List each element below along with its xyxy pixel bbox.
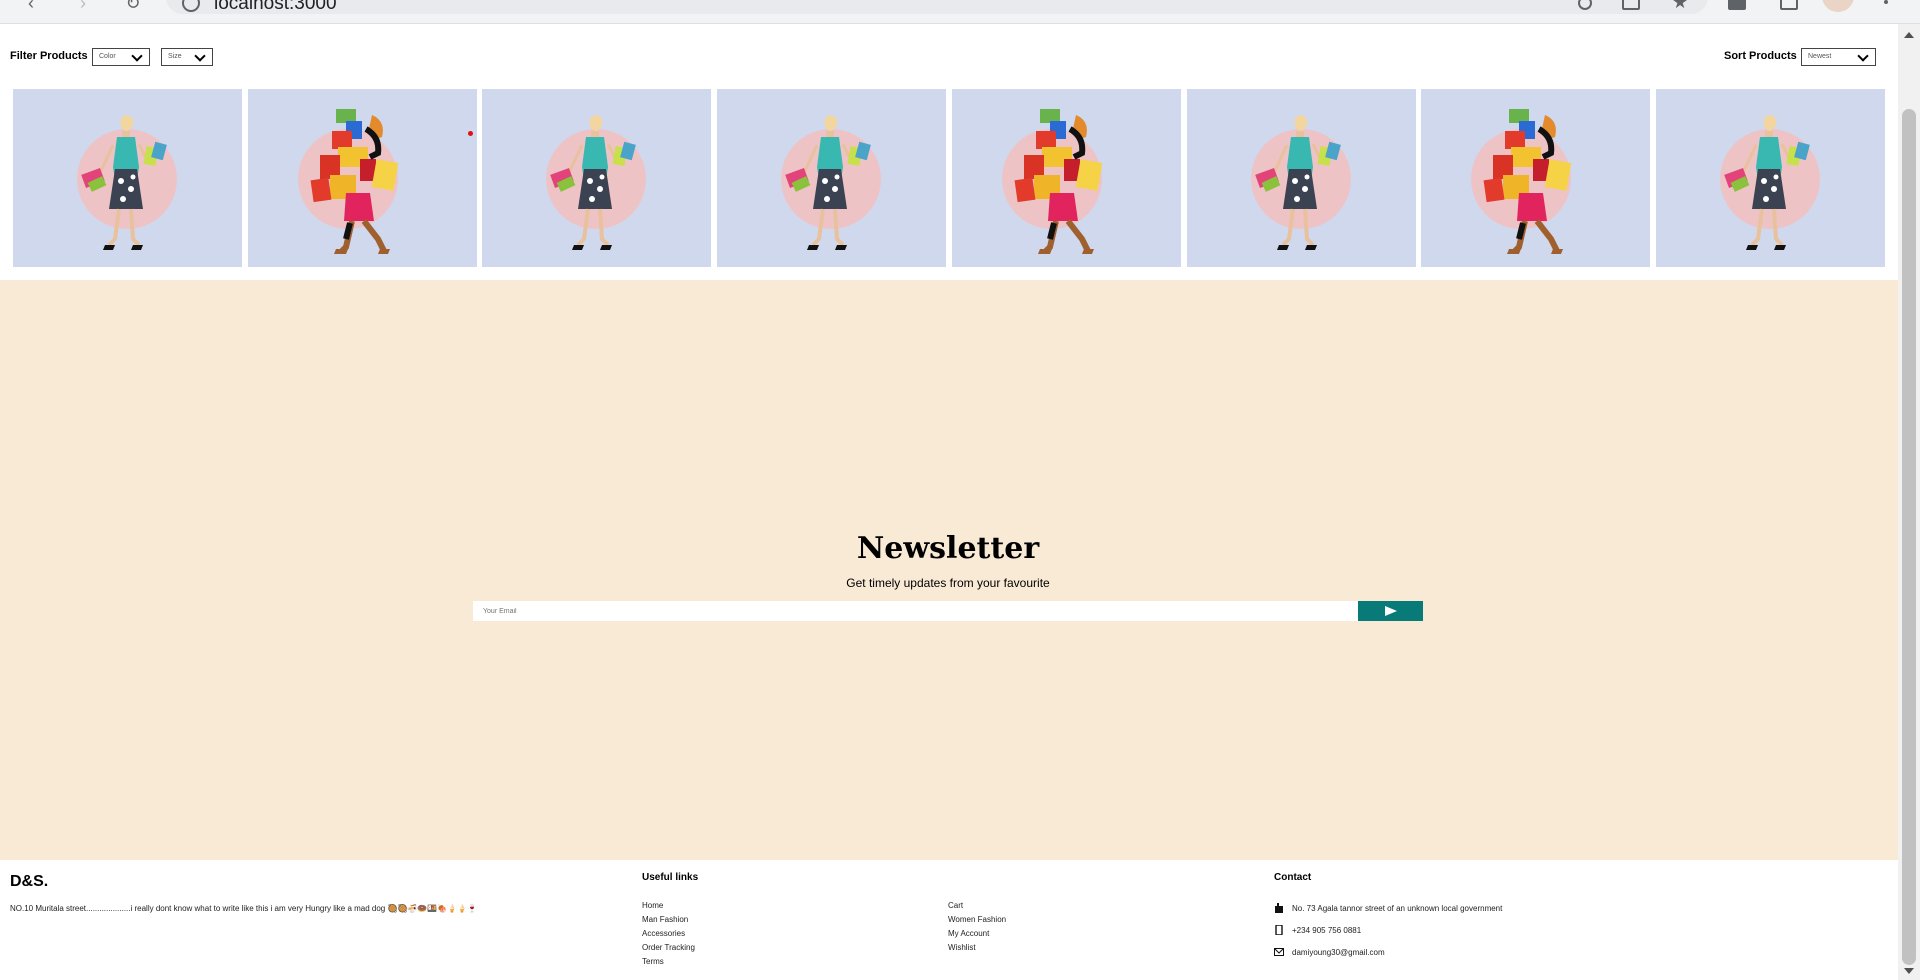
footer-link-cart[interactable]: Cart [948,901,963,910]
footer: D&S. NO.10 Muritala street..............… [0,860,1898,980]
browser-toolbar: ‹ › ↻ localhost:3000 ★ [0,0,1920,24]
newsletter-send-button[interactable] [1358,601,1423,621]
product-card[interactable] [247,89,477,267]
footer-link-accessories[interactable]: Accessories [642,929,685,938]
bookmark-star-icon[interactable]: ★ [1672,0,1690,12]
product-image [1250,115,1351,250]
newsletter-title: Newsletter [856,531,1040,566]
footer-link-order-tracking[interactable]: Order Tracking [642,943,695,952]
product-image [1471,109,1572,254]
footer-link-home[interactable]: Home [642,901,663,910]
product-image [546,115,647,250]
newsletter-section: Newsletter Get timely updates from your … [0,280,1898,860]
forward-icon[interactable]: › [74,0,92,12]
product-image [1001,109,1103,254]
product-image [297,109,398,254]
footer-link-terms[interactable]: Terms [642,957,664,966]
scrollbar-thumb[interactable] [1902,109,1916,965]
product-card[interactable] [482,89,712,267]
sort-select-label: Newest [1808,53,1832,60]
footer-link-my-account[interactable]: My Account [948,929,989,938]
chevron-down-icon [1857,50,1869,62]
filter-title: Filter Products [10,50,88,62]
send-icon [1385,606,1397,616]
mail-icon [1274,948,1284,956]
side-panel-icon[interactable] [1780,0,1798,10]
product-card[interactable] [1421,89,1651,267]
back-icon[interactable]: ‹ [22,0,40,12]
browser-menu-icon[interactable] [1884,0,1888,4]
product-image [781,115,882,250]
sort-title: Sort Products [1724,50,1797,62]
color-select[interactable]: Color [92,48,150,66]
size-select-label: Size [168,53,182,60]
install-icon[interactable] [1622,0,1640,10]
product-card[interactable] [1655,89,1885,267]
color-select-label: Color [99,53,116,60]
contact-email-text: damiyoung30@gmail.com [1292,948,1385,957]
profile-avatar[interactable] [1822,0,1854,12]
url-text: localhost:3000 [214,0,337,14]
footer-logo: D&S. [10,873,49,890]
chevron-down-icon [194,50,206,62]
contact-address-text: No. 73 Agala tannor street of an unknown… [1292,904,1503,913]
address-bar[interactable]: localhost:3000 [166,0,1708,14]
footer-link-man-fashion[interactable]: Man Fashion [642,915,688,924]
product-image [77,115,177,250]
red-dot [468,131,473,136]
product-grid [13,89,1885,267]
chevron-down-icon [131,50,143,62]
footer-link-women-fashion[interactable]: Women Fashion [948,915,1006,924]
scroll-down-icon[interactable] [1904,968,1914,974]
phone-icon [1275,925,1283,935]
newsletter-description: Get timely updates from your favourite [846,576,1050,590]
product-card[interactable] [717,89,947,267]
extensions-icon[interactable] [1728,0,1746,10]
newsletter-email-input[interactable] [473,601,1358,621]
footer-link-wishlist[interactable]: Wishlist [948,943,976,952]
product-image [1719,115,1820,250]
scroll-up-icon[interactable] [1904,32,1914,38]
product-card[interactable] [1186,89,1416,267]
reload-icon[interactable]: ↻ [124,0,142,12]
size-select[interactable]: Size [161,48,213,66]
sort-select[interactable]: Newest [1801,48,1876,66]
footer-about-text: NO.10 Muritala street...................… [10,904,478,913]
building-icon [1275,903,1283,913]
product-card[interactable] [13,89,242,267]
filter-bar: Filter Products Color Size Sort Products… [0,24,1898,84]
contact-title: Contact [1274,872,1312,883]
site-info-icon[interactable] [182,0,200,12]
product-card[interactable] [951,89,1181,267]
useful-links-title: Useful links [642,872,699,883]
page-scrollbar[interactable] [1898,24,1920,980]
contact-phone-text: +234 905 756 0881 [1292,926,1362,935]
